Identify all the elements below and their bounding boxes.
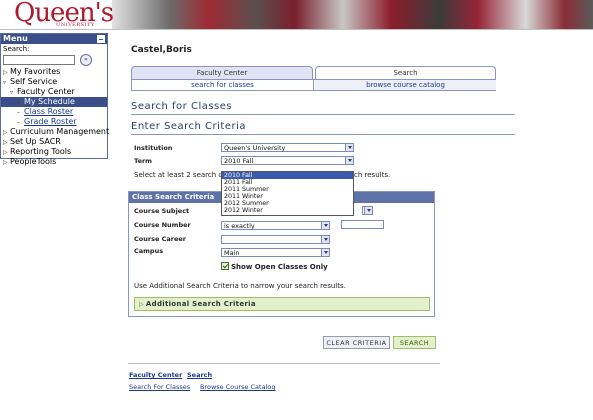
footer-link-search-for-classes[interactable]: Search For Classes — [129, 383, 190, 391]
dash-icon: – — [17, 99, 20, 106]
page-title-divider — [131, 114, 515, 115]
expanded-triangle-icon: ▿ — [10, 89, 14, 96]
menu-item-label: Class Roster — [24, 107, 74, 116]
term-option[interactable]: 2011 Summer — [222, 186, 353, 193]
subtab-search-for-classes[interactable]: search for classes — [132, 80, 314, 90]
menu-item-my-schedule[interactable]: – My Schedule — [1, 97, 107, 107]
term-option[interactable]: 2010 Fall — [222, 172, 353, 179]
additional-search-criteria-label: Additional Search Criteria — [145, 300, 256, 308]
section-title: Enter Search Criteria — [131, 121, 247, 132]
page-title: Search for Classes — [131, 101, 233, 112]
term-option[interactable]: 2012 Winter — [222, 207, 353, 214]
footer-link-search[interactable]: Search — [187, 371, 212, 379]
footer-link-browse-course-catalog[interactable]: Browse Course Catalog — [200, 383, 275, 391]
campus-select-value: Main — [224, 249, 240, 257]
expand-triangle-icon: ▷ — [139, 301, 144, 308]
institution-select[interactable]: Queen's University — [221, 143, 354, 152]
menu-items: ▷ My Favorites ▿ Self Service ▿ Faculty Cente… — [1, 67, 110, 167]
institution-select-value: Queen's University — [224, 144, 286, 152]
menu-item-label: Faculty Center — [17, 87, 75, 96]
term-option[interactable]: 2011 Winter — [222, 193, 353, 200]
course-subject-select[interactable] — [362, 206, 373, 215]
search-requirement-text-tail: ch results. — [354, 171, 391, 179]
app-header: Queen's UNIVERSITY — [0, 0, 593, 30]
tab-search[interactable]: Search — [315, 66, 496, 79]
footer-divider — [128, 363, 440, 364]
show-open-classes-checkbox[interactable] — [221, 262, 229, 270]
term-select-value: 2010 Fall — [224, 157, 254, 165]
show-open-classes-label: Show Open Classes Only — [231, 263, 328, 271]
collapsed-triangle-icon: ▷ — [3, 69, 8, 76]
menu-search-row: » — [1, 54, 107, 67]
dash-icon: – — [17, 119, 20, 126]
menu-search-input[interactable] — [3, 55, 75, 65]
additional-search-criteria-toggle[interactable]: ▷ Additional Search Criteria — [134, 297, 430, 311]
additional-criteria-hint: Use Additional Search Criteria to narrow… — [134, 282, 346, 290]
clear-criteria-button[interactable]: CLEAR CRITERIA — [323, 336, 390, 349]
user-name: Castel,Boris — [131, 45, 192, 55]
university-logo-sub: UNIVERSITY — [56, 22, 95, 28]
menu-item-label: Set Up SACR — [10, 137, 61, 146]
collapsed-triangle-icon: ▷ — [3, 129, 8, 136]
collapsed-triangle-icon: ▷ — [3, 139, 8, 146]
course-number-operator-select[interactable]: is exactly — [221, 221, 330, 230]
menu-item-faculty-center[interactable]: ▿ Faculty Center — [1, 87, 107, 97]
search-button[interactable]: SEARCH — [393, 336, 436, 349]
menu-title: Menu — [3, 34, 28, 43]
menu-item-label: Self Service — [10, 77, 58, 86]
menu-search-label: Search: — [3, 45, 30, 53]
course-career-select[interactable] — [221, 235, 330, 244]
page-root: Queen's UNIVERSITY Menu Search: » ▷ My Fa… — [0, 0, 593, 420]
campus-label: Campus — [134, 247, 164, 255]
chevron-down-icon[interactable] — [345, 157, 353, 164]
menu-item-label: My Schedule — [24, 97, 75, 106]
chevron-down-icon[interactable] — [345, 144, 353, 151]
campus-select[interactable]: Main — [221, 248, 330, 257]
menu-item-label: PeopleTools — [10, 157, 57, 166]
institution-label: Institution — [134, 144, 173, 152]
search-requirement-text: Select at least 2 search c — [134, 171, 223, 179]
menu-item-peopletools[interactable]: ▷ PeopleTools — [1, 157, 107, 167]
menu-item-class-roster[interactable]: – Class Roster — [1, 107, 107, 117]
menu-collapse-icon[interactable] — [97, 35, 105, 43]
subtab-browse-course-catalog[interactable]: browse course catalog — [315, 80, 496, 90]
term-dropdown-list: 2010 Fall 2011 Fall 2011 Summer 2011 Winter… — [221, 171, 354, 216]
term-option[interactable]: 2012 Summer — [222, 200, 353, 207]
menu-item-curriculum-management[interactable]: ▷ Curriculum Management — [1, 127, 110, 137]
section-title-divider — [131, 134, 515, 135]
collapsed-triangle-icon: ▷ — [3, 149, 8, 156]
menu-item-label: Curriculum Management — [10, 127, 110, 136]
menu-item-set-up-sacr[interactable]: ▷ Set Up SACR — [1, 137, 107, 147]
menu-item-label: Grade Roster — [24, 117, 77, 126]
menu-item-label: Reporting Tools — [10, 147, 72, 156]
menu-item-self-service[interactable]: ▿ Self Service — [1, 77, 107, 87]
chevron-down-icon[interactable] — [321, 236, 329, 243]
menu-search-go-icon[interactable]: » — [80, 54, 92, 66]
course-number-operator-value: is exactly — [224, 222, 255, 230]
term-label: Term — [134, 157, 152, 165]
tab-faculty-center[interactable]: Faculty Center — [131, 66, 313, 79]
menu-title-bar: Menu — [1, 34, 107, 44]
course-number-input[interactable] — [341, 220, 384, 229]
footer-link-faculty-center[interactable]: Faculty Center — [129, 371, 182, 379]
menu-item-reporting-tools[interactable]: ▷ Reporting Tools — [1, 147, 107, 157]
term-option[interactable]: 2011 Fall — [222, 179, 353, 186]
chevron-down-icon[interactable] — [321, 249, 329, 256]
collapsed-triangle-icon: ▷ — [3, 159, 8, 166]
menu-item-grade-roster[interactable]: – Grade Roster — [1, 117, 107, 127]
course-subject-label: Course Subject — [134, 207, 190, 215]
subtab-row: search for classes browse course catalog — [131, 79, 496, 91]
course-number-label: Course Number — [134, 221, 191, 229]
menu-item-my-favorites[interactable]: ▷ My Favorites — [1, 67, 107, 77]
menu-item-label: My Favorites — [10, 67, 61, 76]
header-divider — [0, 29, 593, 30]
term-select[interactable]: 2010 Fall — [221, 156, 354, 165]
chevron-down-icon[interactable] — [364, 207, 372, 214]
navigation-menu: Menu Search: » ▷ My Favorites ▿ Self Servic… — [0, 33, 109, 166]
expanded-triangle-icon: ▿ — [3, 79, 7, 86]
header-banner-image — [112, 0, 593, 30]
course-career-label: Course Career — [134, 235, 186, 243]
chevron-down-icon[interactable] — [321, 222, 329, 229]
dash-icon: – — [17, 109, 20, 116]
